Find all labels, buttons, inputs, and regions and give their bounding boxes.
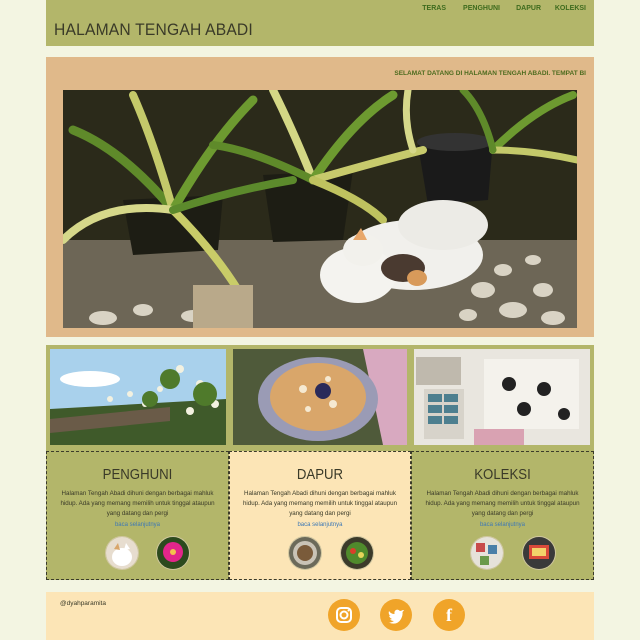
twitter-glyph bbox=[388, 609, 404, 624]
section-text: Halaman Tengah Abadi dihuni dengan berba… bbox=[60, 490, 215, 517]
instagram-glyph bbox=[336, 607, 352, 623]
twitter-icon[interactable] bbox=[380, 599, 412, 631]
welcome-marquee: SELAMAT DATANG DI HALAMAN TENGAH ABADI. … bbox=[394, 70, 586, 77]
section-text: Halaman Tengah Abadi dihuni dengan berba… bbox=[425, 490, 580, 517]
avatar-postcards[interactable] bbox=[522, 536, 556, 570]
instagram-icon[interactable] bbox=[328, 599, 360, 631]
avatar-dish[interactable] bbox=[288, 536, 322, 570]
hero-photo bbox=[63, 90, 577, 328]
food-photo bbox=[233, 349, 407, 445]
nav-teras[interactable]: TERAS bbox=[422, 5, 446, 12]
section-avatars bbox=[230, 536, 410, 570]
salad-photo bbox=[341, 537, 373, 569]
section-penghuni: PENGHUNI Halaman Tengah Abadi dihuni den… bbox=[46, 451, 229, 580]
facebook-icon[interactable]: f bbox=[433, 599, 465, 631]
gallery-thumb-food[interactable] bbox=[233, 349, 407, 445]
read-more-link[interactable]: baca selanjutnya bbox=[412, 522, 593, 528]
section-title: KOLEKSI bbox=[474, 466, 531, 483]
dish-photo bbox=[289, 537, 321, 569]
flower-photo bbox=[157, 537, 189, 569]
site-header: HALAMAN TENGAH ABADI TERAS PENGHUNI DAPU… bbox=[46, 0, 594, 46]
gallery-thumb-garden[interactable] bbox=[50, 349, 226, 445]
stamps-photo bbox=[471, 537, 503, 569]
postcards-photo bbox=[523, 537, 555, 569]
section-text: Halaman Tengah Abadi dihuni dengan berba… bbox=[242, 490, 398, 517]
feature-sections: PENGHUNI Halaman Tengah Abadi dihuni den… bbox=[46, 451, 594, 582]
nav-dapur[interactable]: DAPUR bbox=[516, 5, 541, 12]
read-more-link[interactable]: baca selanjutnya bbox=[230, 522, 410, 528]
garden-photo bbox=[50, 349, 226, 445]
section-title: PENGHUNI bbox=[102, 466, 173, 483]
site-title[interactable]: HALAMAN TENGAH ABADI bbox=[54, 20, 253, 40]
gallery-thumb-collection[interactable] bbox=[414, 349, 590, 445]
collection-photo bbox=[414, 349, 590, 445]
nav-penghuni[interactable]: PENGHUNI bbox=[463, 5, 500, 12]
section-dapur: DAPUR Halaman Tengah Abadi dihuni dengan… bbox=[229, 451, 411, 580]
section-title: DAPUR bbox=[296, 466, 344, 483]
read-more-link[interactable]: baca selanjutnya bbox=[47, 522, 228, 528]
avatar-flower[interactable] bbox=[156, 536, 190, 570]
hero-photo-art bbox=[63, 90, 577, 328]
cat-photo bbox=[106, 537, 138, 569]
gallery-strip bbox=[46, 345, 594, 452]
avatar-stamps[interactable] bbox=[470, 536, 504, 570]
site-footer: @dyahparamita f bbox=[46, 592, 594, 640]
section-avatars bbox=[47, 536, 228, 570]
avatar-salad[interactable] bbox=[340, 536, 374, 570]
hero-banner: SELAMAT DATANG DI HALAMAN TENGAH ABADI. … bbox=[46, 57, 594, 337]
nav-koleksi[interactable]: KOLEKSI bbox=[555, 5, 586, 12]
avatar-cat[interactable] bbox=[105, 536, 139, 570]
section-koleksi: KOLEKSI Halaman Tengah Abadi dihuni deng… bbox=[411, 451, 594, 580]
footer-credit[interactable]: @dyahparamita bbox=[60, 600, 106, 607]
section-avatars bbox=[412, 536, 593, 570]
facebook-glyph: f bbox=[446, 605, 452, 625]
